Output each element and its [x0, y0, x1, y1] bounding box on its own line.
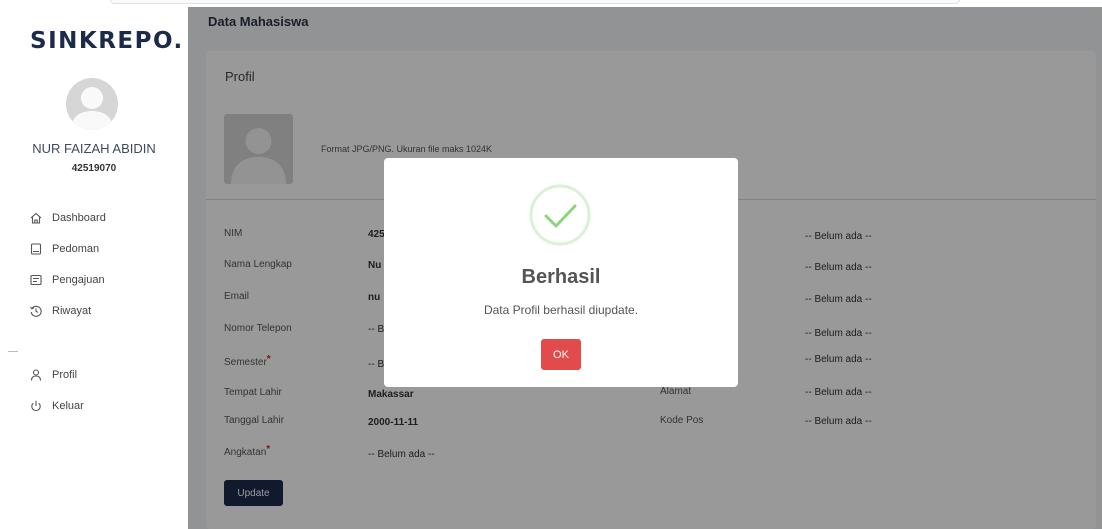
user-name: NUR FAIZAH ABIDIN: [32, 141, 156, 156]
book-icon: [29, 242, 43, 256]
nav-item-keluar[interactable]: Keluar: [29, 397, 84, 415]
nav-item-pengajuan[interactable]: Pengajuan: [29, 271, 105, 289]
sidebar: SINKREPO. NUR FAIZAH ABIDIN 42519070 Das…: [0, 0, 188, 529]
user-nim: 42519070: [71, 163, 117, 174]
success-check-icon: [529, 184, 591, 246]
browser-top-strip: [0, 0, 1102, 7]
nav-label-keluar: Keluar: [52, 400, 84, 412]
nav-item-dashboard[interactable]: Dashboard: [29, 209, 106, 227]
nav-item-riwayat[interactable]: Riwayat: [29, 302, 91, 320]
ok-button[interactable]: OK: [541, 339, 581, 370]
nav-item-profil[interactable]: Profil: [29, 366, 77, 384]
avatar: [66, 78, 118, 130]
history-icon: [29, 304, 43, 318]
power-icon: [29, 399, 43, 413]
dialog-title: Berhasil: [521, 266, 601, 288]
nav-item-pedoman[interactable]: Pedoman: [29, 240, 99, 258]
brand-logo[interactable]: SINKREPO.: [30, 28, 184, 54]
dialog-message: Data Profil berhasil diupdate.: [483, 303, 639, 317]
user-icon: [29, 368, 43, 382]
success-dialog: Berhasil Data Profil berhasil diupdate. …: [384, 158, 738, 387]
home-icon: [29, 211, 43, 225]
nav-label-riwayat: Riwayat: [52, 305, 92, 317]
divider: [8, 351, 18, 352]
nav-label-pengajuan: Pengajuan: [52, 274, 105, 286]
address-bar: [110, 0, 960, 4]
nav-label-profil: Profil: [52, 369, 78, 381]
document-icon: [29, 273, 43, 287]
nav-label-dashboard: Dashboard: [52, 212, 106, 224]
nav-label-pedoman: Pedoman: [52, 243, 100, 255]
